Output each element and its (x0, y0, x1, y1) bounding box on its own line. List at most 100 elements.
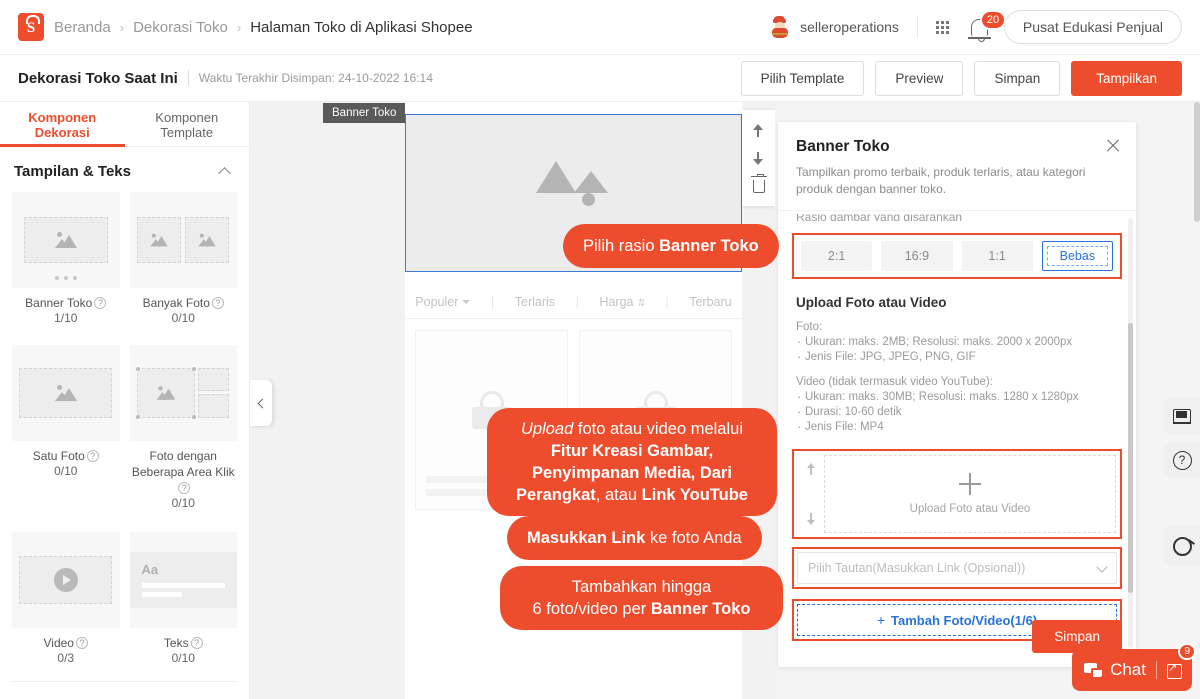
sort-tab-harga[interactable]: Harga ⇅ (599, 295, 644, 309)
sort-tab-terlaris[interactable]: Terlaris (515, 295, 555, 309)
component-banyak-foto[interactable]: Banyak Foto? 0/10 (129, 192, 237, 325)
panel-subtitle: Tampilkan promo terbaik, produk terlaris… (796, 165, 1086, 196)
chevron-up-icon[interactable] (218, 167, 231, 180)
notification-button[interactable]: 20 (967, 9, 1007, 42)
ratio-option-16-9[interactable]: 16:9 (881, 241, 953, 271)
choose-template-button[interactable]: Pilih Template (740, 60, 865, 96)
link-placeholder: Pilih Tautan(Masukkan Link (Opsional)) (808, 561, 1026, 575)
arrow-down-icon[interactable] (806, 513, 816, 525)
envelope-icon (1172, 409, 1191, 424)
close-icon[interactable] (1105, 138, 1121, 154)
component-thumb (12, 532, 120, 628)
component-usage-count: 0/10 (171, 651, 195, 665)
component-label: Teks? (130, 628, 238, 651)
floating-action-rail: ? (1164, 398, 1200, 566)
chat-divider (1156, 661, 1157, 679)
right-settings-panel: Banner Toko Tampilkan promo terbaik, pro… (775, 102, 1200, 699)
help-icon[interactable]: ? (94, 297, 107, 309)
panel-header: Banner Toko Tampilkan promo terbaik, pro… (778, 122, 1136, 211)
component-usage-count: 0/10 (171, 311, 195, 325)
help-icon[interactable]: ? (86, 450, 99, 462)
page-toolbar: Dekorasi Toko Saat Ini Waktu Terakhir Di… (0, 55, 1200, 102)
last-saved-label: Waktu Terakhir Disimpan: 24-10-2022 16:1… (198, 71, 433, 85)
help-icon[interactable]: ? (178, 482, 191, 494)
ratio-option-bebas[interactable]: Bebas (1041, 241, 1113, 271)
tab-komponen-template[interactable]: Komponen Template (125, 102, 250, 146)
text-thumb: Aa (129, 552, 237, 608)
upload-area-group: Upload Foto atau Video (792, 449, 1122, 539)
move-up-icon (753, 123, 764, 137)
user-menu[interactable]: selleroperations (769, 15, 899, 38)
component-video[interactable]: Video? 0/3 (12, 532, 120, 665)
chat-badge: 9 (1178, 643, 1196, 660)
sidebar-collapse-handle[interactable] (250, 380, 272, 426)
sort-tab-populer[interactable]: Populer (415, 295, 471, 309)
arrow-up-icon[interactable] (806, 463, 816, 475)
messages-button[interactable] (1164, 398, 1200, 434)
callout-text-bold: Banner Toko (659, 237, 759, 255)
component-tag-label: Banner Toko (323, 103, 406, 123)
breadcrumb-separator-icon: › (236, 19, 242, 35)
search-ring-button[interactable] (1164, 526, 1200, 566)
panel-title: Banner Toko (796, 138, 890, 155)
sidebar-divider (12, 681, 237, 682)
help-button[interactable]: ? (1164, 442, 1200, 478)
tab-komponen-dekorasi[interactable]: Komponen Dekorasi (0, 102, 125, 147)
component-thumb (129, 192, 237, 288)
seller-education-button[interactable]: Pusat Edukasi Penjual (1003, 10, 1182, 44)
callout-ratio: Pilih rasio Banner Toko (563, 224, 779, 268)
video-spec-item: Jenis File: MP4 (796, 419, 1118, 435)
component-group-title: Tampilan & Teks (14, 163, 131, 180)
breadcrumb-item-beranda[interactable]: Beranda (54, 19, 111, 36)
sort-tab-terbaru[interactable]: Terbaru (689, 295, 731, 309)
panel-scrollbar[interactable] (1128, 218, 1133, 648)
callout-text-bold: Fitur Kreasi Gambar, (550, 442, 714, 460)
video-spec-item: Durasi: 10-60 detik (796, 404, 1118, 420)
component-teks[interactable]: Aa Teks? 0/10 (129, 532, 238, 665)
component-group-header[interactable]: Tampilan & Teks (0, 147, 249, 188)
save-button[interactable]: Simpan (974, 60, 1061, 96)
component-name: Video (43, 636, 74, 650)
add-more-label: Tambah Foto/Video(1/6) (891, 612, 1038, 628)
photo-spec-item: Ukuran: maks. 2MB; Resolusi: maks. 2000 … (796, 334, 1118, 350)
help-icon[interactable]: ? (75, 637, 88, 649)
chat-label: Chat (1110, 660, 1146, 679)
help-icon[interactable]: ? (190, 637, 203, 649)
tab-label-line1: Komponen (155, 110, 219, 125)
delete-component-button[interactable] (742, 172, 775, 200)
callout-upload: Upload foto atau video melalui Fitur Kre… (487, 408, 777, 516)
move-down-button[interactable] (742, 144, 775, 172)
move-up-button[interactable] (742, 116, 775, 144)
breadcrumb-item-current: Halaman Toko di Aplikasi Shopee (250, 18, 473, 36)
video-spec-item: Ukuran: maks. 30MB; Resolusi: maks. 1280… (796, 389, 1118, 405)
expand-icon[interactable] (1167, 661, 1182, 679)
apps-grid-icon[interactable] (935, 20, 949, 34)
link-select[interactable]: Pilih Tautan(Masukkan Link (Opsional)) (797, 552, 1117, 584)
top-header: Beranda › Dekorasi Toko › Halaman Toko d… (0, 0, 1200, 55)
page-scrollbar[interactable] (1194, 102, 1200, 282)
play-icon (53, 568, 78, 592)
component-satu-foto[interactable]: Satu Foto? 0/10 (12, 345, 120, 510)
shopee-logo-icon[interactable] (18, 13, 44, 41)
publish-button[interactable]: Tampilkan (1071, 60, 1182, 96)
upload-spec-list: Foto: Ukuran: maks. 2MB; Resolusi: maks.… (778, 320, 1136, 435)
component-hotspot-foto[interactable]: Foto dengan Beberapa Area Klik? 0/10 (129, 345, 237, 510)
component-thumb: Aa (129, 532, 237, 628)
preview-button[interactable]: Preview (875, 60, 964, 96)
carousel-dots-icon (12, 276, 120, 280)
tab-label-line1: Komponen (28, 110, 97, 125)
help-icon[interactable]: ? (211, 297, 224, 309)
breadcrumb-item-dekorasi-toko[interactable]: Dekorasi Toko (133, 19, 228, 36)
upload-section-title: Upload Foto atau Video (796, 295, 947, 310)
component-banner-toko[interactable]: Banner Toko? 1/10 (12, 192, 120, 325)
chat-widget[interactable]: Chat 9 (1072, 643, 1196, 691)
upload-dropzone[interactable]: Upload Foto atau Video (824, 455, 1116, 533)
breadcrumb: Beranda › Dekorasi Toko › Halaman Toko d… (54, 19, 473, 36)
ratio-option-2-1[interactable]: 2:1 (801, 241, 873, 271)
callout-link: Masukkan Link ke foto Anda (507, 516, 762, 560)
product-sort-bar: Populer | Terlaris | Harga ⇅ | Terbaru (405, 285, 742, 319)
panel-body: Rasio gambar yang disarankan 2:1 16:9 1:… (778, 214, 1136, 667)
callout-text-plain: Pilih rasio (583, 237, 660, 255)
ratio-option-1-1[interactable]: 1:1 (961, 241, 1033, 271)
component-name: Teks (163, 636, 189, 650)
